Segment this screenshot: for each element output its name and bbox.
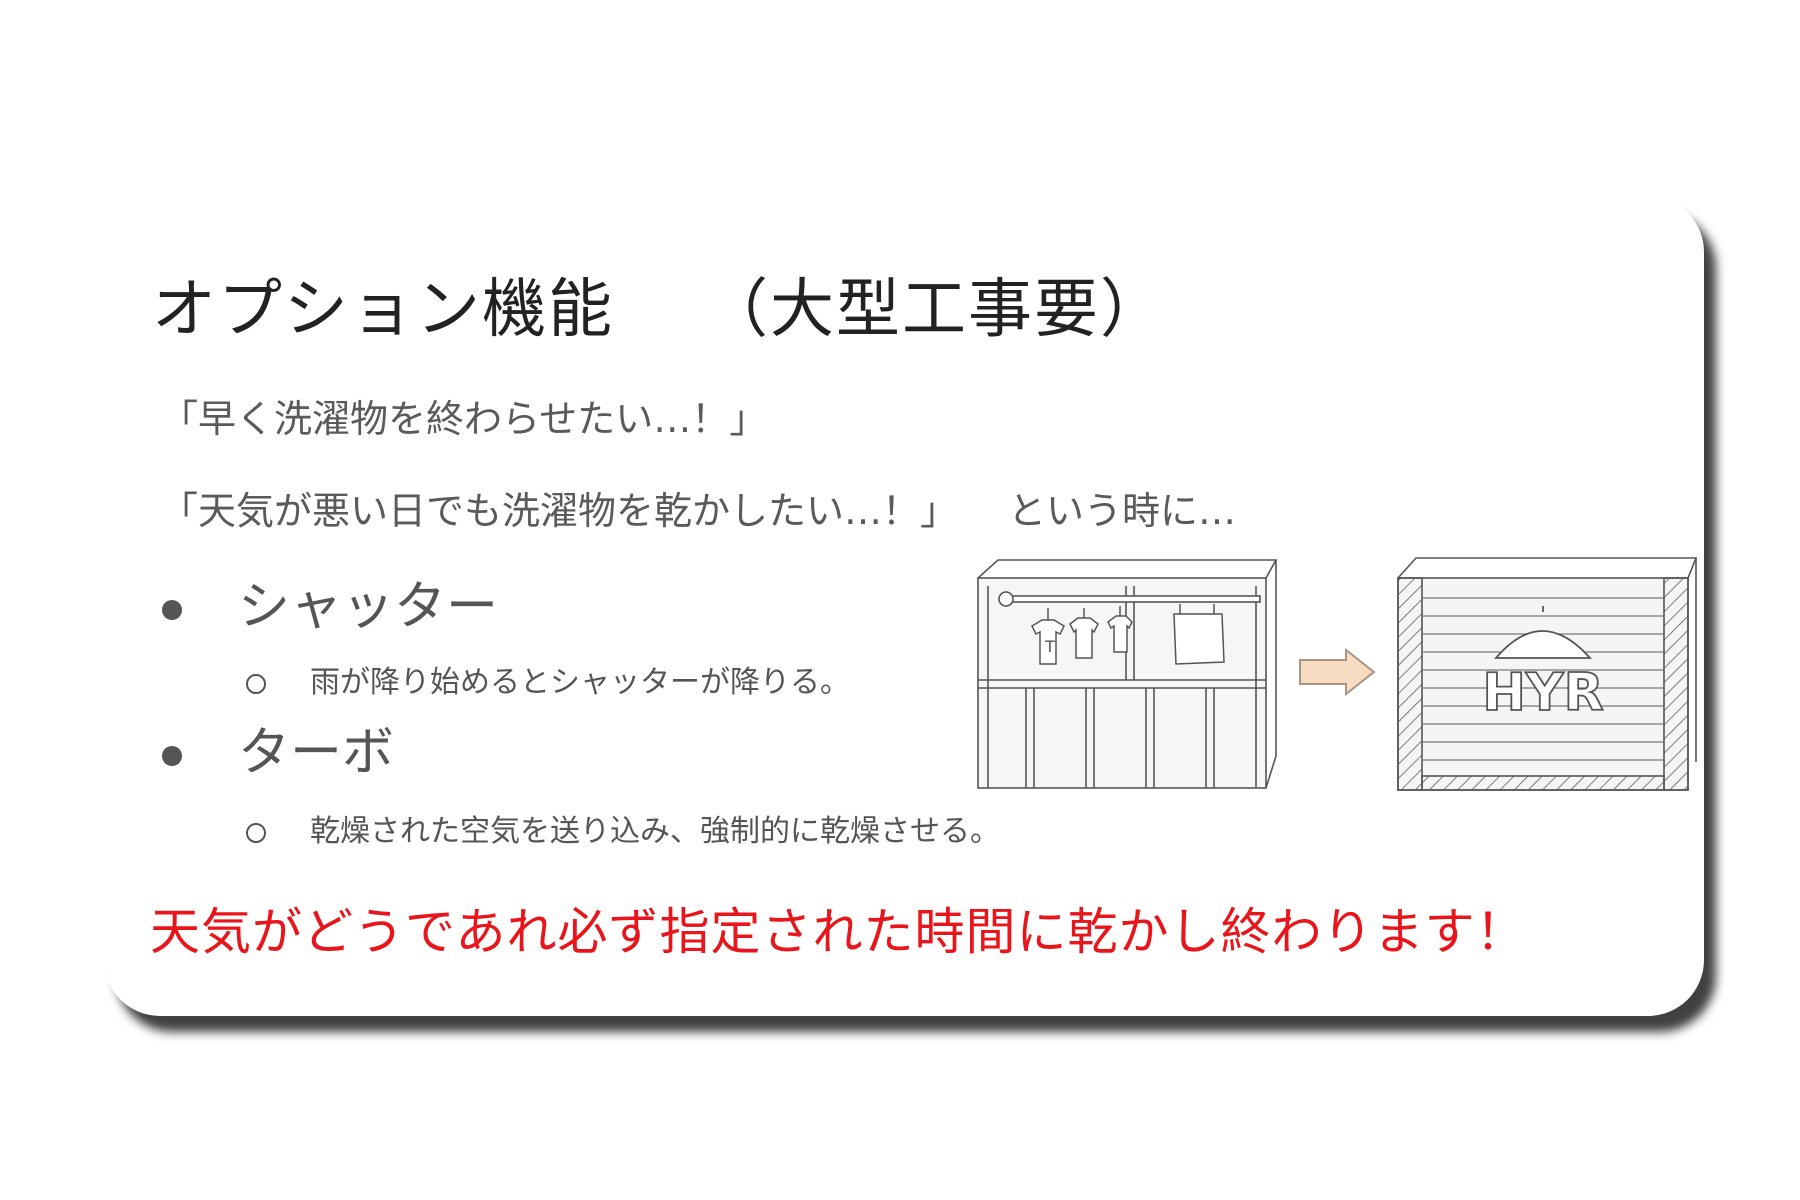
title-text: オプション機能	[152, 273, 614, 347]
arrow-right-icon	[1299, 648, 1376, 696]
quote-line-1: 「早く洗濯物を終わらせたい…！」	[160, 397, 768, 441]
feature-label: シャッター	[238, 577, 499, 637]
feature-item-turbo: ターボ	[162, 710, 394, 785]
slide-title: オプション機能 （大型工事要）	[152, 258, 1166, 350]
title-note: （大型工事要）	[704, 273, 1166, 347]
quote-line-2: 「天気が悪い日でも洗濯物を乾かしたい…！」 という時に…	[160, 480, 1236, 535]
bullet-circle-icon	[246, 673, 266, 694]
bullet-dot-icon	[162, 600, 182, 620]
quote-line-2-quote: 「天気が悪い日でも洗濯物を乾かしたい…！」	[160, 489, 959, 533]
quote-line-2-tail: という時に…	[1008, 489, 1237, 533]
feature-detail: 乾燥された空気を送り込み、強制的に乾燥させる。	[310, 814, 1000, 849]
feature-detail-turbo: 乾燥された空気を送り込み、強制的に乾燥させる。	[246, 806, 1000, 850]
feature-detail-shutter: 雨が降り始めるとシャッターが降りる。	[246, 657, 850, 701]
shutter-logo-text: HYR	[1482, 663, 1603, 723]
feature-detail: 雨が降り始めるとシャッターが降りる。	[310, 665, 850, 700]
bullet-circle-icon	[246, 822, 266, 843]
svg-text:T: T	[1044, 637, 1055, 656]
conclusion-text: 天気がどうであれ必ず指定された時間に乾かし終わります！	[150, 903, 1527, 961]
closed-shutter-sketch: HYR	[1397, 557, 1698, 791]
drying-room-sketch: T	[977, 559, 1278, 789]
feature-label: ターボ	[238, 723, 395, 783]
bullet-dot-icon	[162, 746, 182, 766]
feature-item-shutter: シャッター	[162, 564, 498, 639]
